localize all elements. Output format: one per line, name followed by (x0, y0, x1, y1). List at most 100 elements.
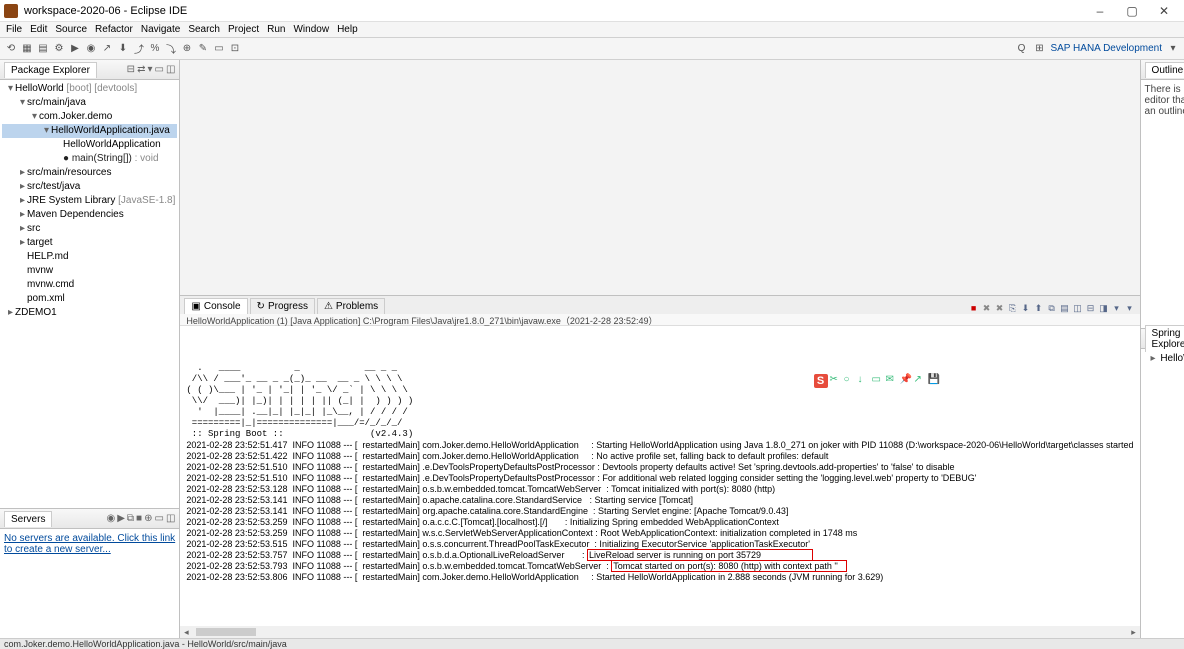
console-toolbar-btn-9[interactable]: ⊟ (1085, 302, 1097, 314)
expand-toggle-icon[interactable]: ▸ (18, 166, 27, 180)
tree-item[interactable]: pom.xml (2, 292, 177, 306)
collapse-all-icon[interactable]: ⊟ (127, 64, 135, 75)
expand-toggle-icon[interactable]: ▾ (18, 96, 27, 110)
tree-item[interactable]: ▸ZDEMO1 (2, 306, 177, 320)
scroll-left-icon[interactable]: ◂ (180, 627, 192, 638)
toolbar-icon-10[interactable]: ⤵ (164, 42, 178, 56)
tree-item[interactable]: ▾HelloWorldApplication.java (2, 124, 177, 138)
tab-problems[interactable]: ⚠Problems (317, 298, 385, 314)
maximize-button[interactable]: ▢ (1116, 4, 1148, 18)
menu-run[interactable]: Run (263, 24, 289, 35)
package-explorer-tab[interactable]: Package Explorer (4, 62, 97, 78)
servers-publish-icon[interactable]: ⊕ (144, 513, 152, 524)
servers-debug-icon[interactable]: ◉ (106, 513, 115, 524)
tree-item[interactable]: ▸src/main/resources (2, 166, 177, 180)
menu-refactor[interactable]: Refactor (91, 24, 137, 35)
snip-pin-icon[interactable]: 📌 (900, 374, 912, 386)
expand-toggle-icon[interactable]: ▸ (6, 306, 15, 320)
console-toolbar-btn-3[interactable]: ⎘ (1007, 302, 1019, 314)
expand-toggle-icon[interactable]: ▾ (30, 110, 39, 124)
snip-circle-icon[interactable]: ○ (844, 374, 856, 386)
servers-profile-icon[interactable]: ⧉ (127, 513, 134, 524)
tab-progress[interactable]: ↻Progress (250, 298, 315, 314)
menu-search[interactable]: Search (184, 24, 224, 35)
console-toolbar-btn-4[interactable]: ⬇ (1020, 302, 1032, 314)
tree-item[interactable]: ▸target (2, 236, 177, 250)
spring-tree-item[interactable]: ▸ HelloWorld (1145, 353, 1184, 364)
outline-tab[interactable]: Outline (1145, 62, 1184, 78)
spring-explorer-body[interactable]: ▸ HelloWorld (1141, 349, 1184, 368)
close-button[interactable]: ✕ (1148, 4, 1180, 18)
console-scrollbar[interactable]: ◂ ▸ (180, 626, 1139, 638)
tab-console[interactable]: ▣Console (184, 298, 247, 314)
view-menu-icon[interactable]: ▾ (147, 64, 152, 75)
snip-tool-icon[interactable]: ✂ (830, 374, 842, 386)
console-toolbar-btn-8[interactable]: ◫ (1072, 302, 1084, 314)
toolbar-icon-4[interactable]: ▶ (68, 42, 82, 56)
toolbar-icon-1[interactable]: ▦ (20, 42, 34, 56)
snip-save-icon[interactable]: 💾 (928, 374, 940, 386)
snip-logo-icon[interactable]: S (814, 374, 828, 388)
toolbar-icon-6[interactable]: ↗ (100, 42, 114, 56)
minimize-view-icon[interactable]: ▭ (154, 64, 163, 75)
servers-run-icon[interactable]: ▶ (117, 513, 125, 524)
toolbar-icon-0[interactable]: ⟲ (4, 42, 18, 56)
tree-item[interactable]: ▾HelloWorld [boot] [devtools] (2, 82, 177, 96)
snip-rect-icon[interactable]: ▭ (872, 374, 884, 386)
expand-toggle-icon[interactable]: ▸ (18, 236, 27, 250)
toolbar-icon-12[interactable]: ✎ (196, 42, 210, 56)
scroll-thumb[interactable] (196, 628, 256, 636)
menu-edit[interactable]: Edit (26, 24, 51, 35)
toolbar-icon-5[interactable]: ◉ (84, 42, 98, 56)
maximize-view-icon[interactable]: ◫ (166, 513, 175, 524)
tree-item[interactable]: mvnw (2, 264, 177, 278)
toolbar-icon-7[interactable]: ⬇ (116, 42, 130, 56)
link-editor-icon[interactable]: ⇄ (137, 64, 145, 75)
console-toolbar-btn-7[interactable]: ▤ (1059, 302, 1071, 314)
console-toolbar-btn-5[interactable]: ⬆ (1033, 302, 1045, 314)
expand-toggle-icon[interactable]: ▾ (42, 124, 51, 138)
console-toolbar-btn-1[interactable]: ✖ (981, 302, 993, 314)
toolbar-icon-13[interactable]: ▭ (212, 42, 226, 56)
tree-item[interactable]: ▸src (2, 222, 177, 236)
console-toolbar-btn-11[interactable]: ▾ (1111, 302, 1123, 314)
tree-item[interactable]: HELP.md (2, 250, 177, 264)
toolbar-icon-2[interactable]: ▤ (36, 42, 50, 56)
toolbar-icon-14[interactable]: ⊡ (228, 42, 242, 56)
menu-project[interactable]: Project (224, 24, 263, 35)
expand-toggle-icon[interactable]: ▸ (18, 180, 27, 194)
servers-tab[interactable]: Servers (4, 511, 52, 527)
console-toolbar-btn-6[interactable]: ⧉ (1046, 302, 1058, 314)
expand-toggle-icon[interactable]: ▸ (18, 208, 27, 222)
menu-navigate[interactable]: Navigate (137, 24, 184, 35)
menu-help[interactable]: Help (333, 24, 362, 35)
toolbar-icon-3[interactable]: ⚙ (52, 42, 66, 56)
toolbar-icon-11[interactable]: ⊕ (180, 42, 194, 56)
snip-send-icon[interactable]: ✉ (886, 374, 898, 386)
toolbar-icon-8[interactable]: ⤴ (132, 42, 146, 56)
console-toolbar-btn-2[interactable]: ✖ (994, 302, 1006, 314)
perspective-switcher[interactable]: SAP HANA Development (1050, 43, 1162, 54)
expand-toggle-icon[interactable]: ▸ (18, 222, 27, 236)
snip-arrow-icon[interactable]: ↓ (858, 374, 870, 386)
quick-access-icon[interactable]: Q (1014, 42, 1028, 56)
menu-file[interactable]: File (2, 24, 26, 35)
spring-explorer-tab[interactable]: Spring Explorer (1145, 325, 1184, 352)
expand-toggle-icon[interactable]: ▸ (18, 194, 27, 208)
console-toolbar-btn-0[interactable]: ■ (968, 302, 980, 314)
perspective-menu-icon[interactable]: ▾ (1166, 42, 1180, 56)
tree-item[interactable]: ▸Maven Dependencies (2, 208, 177, 222)
tree-item[interactable]: mvnw.cmd (2, 278, 177, 292)
tree-item[interactable]: ▸src/test/java (2, 180, 177, 194)
console-output[interactable]: S ✂ ○ ↓ ▭ ✉ 📌 ↗ 💾 . ____ _ __ _ _ /\\ / … (180, 326, 1139, 626)
menu-source[interactable]: Source (51, 24, 91, 35)
scroll-right-icon[interactable]: ▸ (1128, 627, 1140, 638)
minimize-button[interactable]: – (1084, 4, 1116, 18)
editor-area[interactable] (180, 60, 1139, 296)
maximize-view-icon[interactable]: ◫ (166, 64, 175, 75)
tree-item[interactable]: ● main(String[]) : void (2, 152, 177, 166)
tree-item[interactable]: HelloWorldApplication (2, 138, 177, 152)
toolbar-icon-9[interactable]: % (148, 42, 162, 56)
package-explorer-tree[interactable]: ▾HelloWorld [boot] [devtools]▾src/main/j… (0, 80, 179, 508)
expand-toggle-icon[interactable]: ▾ (6, 82, 15, 96)
